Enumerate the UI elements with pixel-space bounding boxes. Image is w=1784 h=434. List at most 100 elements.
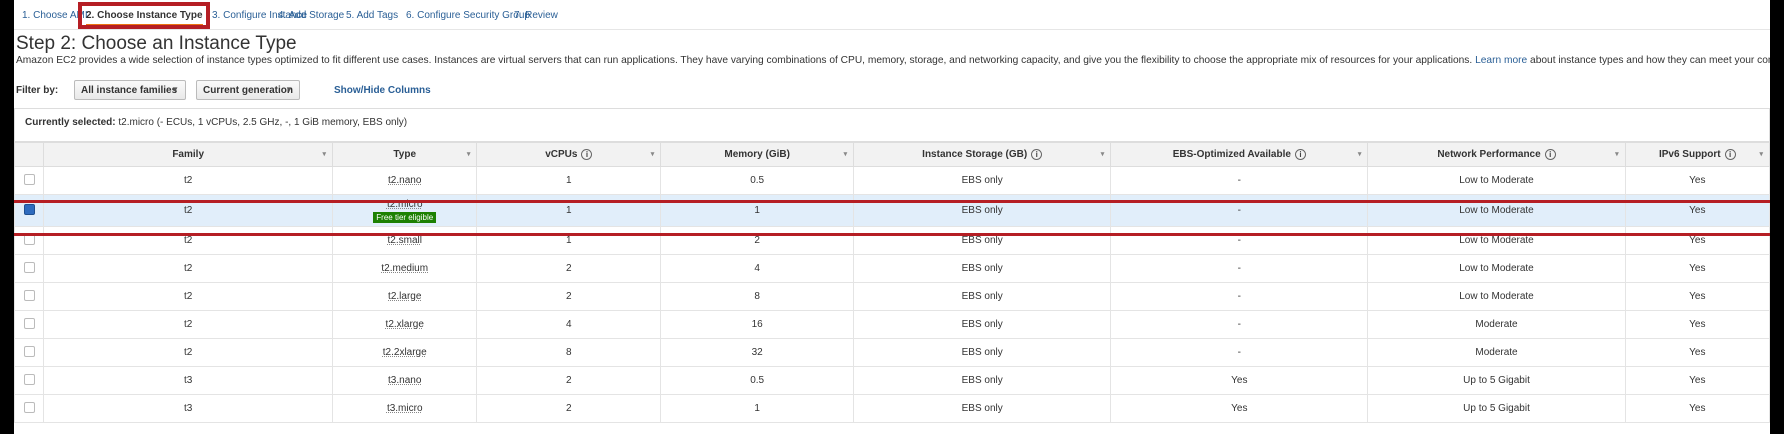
instance-type-label: t2.medium — [381, 263, 429, 274]
sort-icon: ▾ — [1100, 151, 1105, 158]
show-hide-columns-link[interactable]: Show/Hide Columns — [334, 85, 431, 96]
currently-selected-value: t2.micro (- ECUs, 1 vCPUs, 2.5 GHz, -, 1… — [118, 117, 408, 128]
row-select-cell — [14, 310, 45, 339]
vcpus-cell: 2 — [476, 282, 662, 311]
column-header-type[interactable]: Type ▾ — [332, 142, 478, 167]
instance-storage-cell: EBS only — [853, 226, 1112, 255]
instance-type-label: t2.nano — [388, 175, 422, 186]
vcpus-cell: 1 — [476, 166, 662, 195]
network-performance-cell: Moderate — [1367, 338, 1626, 367]
family-cell: t2 — [43, 310, 334, 339]
network-performance-cell: Moderate — [1367, 310, 1626, 339]
ipv6-support-cell: Yes — [1624, 394, 1770, 423]
info-icon[interactable]: i — [1724, 148, 1736, 160]
info-icon[interactable]: i — [1544, 148, 1556, 160]
table-row[interactable]: t2 t2.medium 2 4 EBS only - Low to Moderate Yes — [14, 254, 1770, 283]
table-row[interactable]: t3 t3.micro 2 1 EBS only Yes Up to 5 Gigabit Ye… — [14, 394, 1770, 423]
family-header-label: Family — [172, 149, 205, 160]
instance-type-label: t2.xlarge — [385, 319, 424, 330]
memory-header-label: Memory (GiB) — [724, 149, 790, 160]
instance-type-label: t2.2xlarge — [382, 347, 427, 358]
column-header-memory[interactable]: Memory (GiB) ▾ — [660, 142, 855, 167]
type-cell: t2.micro Free tier eligible — [332, 194, 478, 227]
tab-configure-security-group[interactable]: 6. Configure Security Group — [406, 10, 530, 21]
instance-storage-cell: EBS only — [853, 394, 1112, 423]
network-performance-cell: Low to Moderate — [1367, 282, 1626, 311]
tab-review[interactable]: 7. Review — [514, 10, 558, 21]
sort-icon: ▾ — [322, 151, 327, 158]
active-tab-highlight-box — [78, 2, 210, 29]
row-select-checkbox[interactable] — [23, 203, 35, 215]
ebs-optimized-cell: - — [1110, 282, 1369, 311]
row-select-checkbox[interactable] — [23, 173, 35, 185]
row-select-checkbox[interactable] — [23, 261, 35, 273]
network-performance-cell: Low to Moderate — [1367, 194, 1626, 227]
column-header-ebs-optimized[interactable]: EBS-Optimized Available i ▾ — [1110, 142, 1369, 167]
instance-storage-cell: EBS only — [853, 366, 1112, 395]
memory-cell: 2 — [660, 226, 855, 255]
column-header-ipv6-support[interactable]: IPv6 Support i ▾ — [1624, 142, 1770, 167]
instance-storage-cell: EBS only — [853, 282, 1112, 311]
sort-icon: ▾ — [466, 151, 471, 158]
family-cell: t3 — [43, 394, 334, 423]
info-icon[interactable]: i — [1294, 148, 1306, 160]
page-description: Amazon EC2 provides a wide selection of … — [16, 55, 1770, 66]
chevron-down-icon: ▼ — [285, 85, 293, 94]
row-select-cell — [14, 166, 45, 195]
memory-cell: 32 — [660, 338, 855, 367]
family-cell: t3 — [43, 366, 334, 395]
ebs-optimized-cell: - — [1110, 194, 1369, 227]
column-header-family[interactable]: Family ▾ — [43, 142, 334, 167]
ipv6-support-cell: Yes — [1624, 194, 1770, 227]
row-select-checkbox[interactable] — [23, 317, 35, 329]
instance-type-label: t3.nano — [388, 375, 422, 386]
table-row[interactable]: t2 t2.micro Free tier eligible 1 1 EBS only - L… — [14, 194, 1770, 227]
generation-select[interactable]: Current generation ▼ — [196, 80, 300, 100]
table-row[interactable]: t2 t2.large 2 8 EBS only - Low to Moderate Yes — [14, 282, 1770, 311]
instance-storage-cell: EBS only — [853, 338, 1112, 367]
column-header-instance-storage[interactable]: Instance Storage (GB) i ▾ — [853, 142, 1112, 167]
select-column-header — [14, 142, 45, 167]
family-cell: t2 — [43, 338, 334, 367]
column-header-vcpus[interactable]: vCPUs i ▾ — [476, 142, 662, 167]
table-row[interactable]: t2 t2.small 1 2 EBS only - Low to Moderate Yes — [14, 226, 1770, 255]
row-select-checkbox[interactable] — [23, 233, 35, 245]
learn-more-link[interactable]: Learn more — [1475, 55, 1527, 66]
table-row[interactable]: t2 t2.nano 1 0.5 EBS only - Low to Moderate Yes — [14, 166, 1770, 195]
table-row[interactable]: t2 t2.2xlarge 8 32 EBS only - Moderate Yes — [14, 338, 1770, 367]
row-select-checkbox[interactable] — [23, 373, 35, 385]
ec2-launch-wizard: 1. Choose AMI 2. Choose Instance Type 3.… — [14, 0, 1770, 434]
row-select-checkbox[interactable] — [23, 345, 35, 357]
tab-add-tags[interactable]: 5. Add Tags — [346, 10, 398, 21]
memory-cell: 8 — [660, 282, 855, 311]
table-row[interactable]: t3 t3.nano 2 0.5 EBS only Yes Up to 5 Gigabit Y… — [14, 366, 1770, 395]
sort-icon: ▾ — [1615, 151, 1619, 158]
row-select-cell — [14, 254, 45, 283]
instance-type-table: Family ▾ Type ▾ vCPUs i ▾ Memory (GiB) ▾ Inst… — [14, 142, 1770, 423]
row-select-checkbox[interactable] — [23, 289, 35, 301]
ebs-optimized-cell: Yes — [1110, 394, 1369, 423]
ebs-optimized-cell: - — [1110, 310, 1369, 339]
wizard-tabs: 1. Choose AMI 2. Choose Instance Type 3.… — [14, 0, 1770, 30]
info-icon[interactable]: i — [1031, 148, 1043, 160]
column-header-network-performance[interactable]: Network Performance i ▾ — [1367, 142, 1626, 167]
type-cell: t2.xlarge — [332, 310, 478, 339]
filter-label: Filter by: — [16, 85, 59, 96]
ebs-optimized-cell: - — [1110, 166, 1369, 195]
instance-storage-cell: EBS only — [853, 254, 1112, 283]
vcpus-header-label: vCPUs — [545, 149, 578, 161]
row-select-checkbox[interactable] — [23, 401, 35, 413]
ebs-optimized-cell: - — [1110, 226, 1369, 255]
tab-add-storage[interactable]: 4. Add Storage — [278, 10, 344, 21]
ebs-header-label: EBS-Optimized Available — [1172, 149, 1291, 161]
ipv6-header-label: IPv6 Support — [1658, 149, 1721, 161]
info-icon[interactable]: i — [581, 148, 593, 160]
vcpus-cell: 2 — [476, 366, 662, 395]
memory-cell: 1 — [660, 394, 855, 423]
memory-cell: 16 — [660, 310, 855, 339]
vcpus-cell: 4 — [476, 310, 662, 339]
instance-family-select[interactable]: All instance families ▼ — [74, 80, 186, 100]
ebs-optimized-cell: - — [1110, 338, 1369, 367]
table-row[interactable]: t2 t2.xlarge 4 16 EBS only - Moderate Yes — [14, 310, 1770, 339]
vcpus-cell: 8 — [476, 338, 662, 367]
